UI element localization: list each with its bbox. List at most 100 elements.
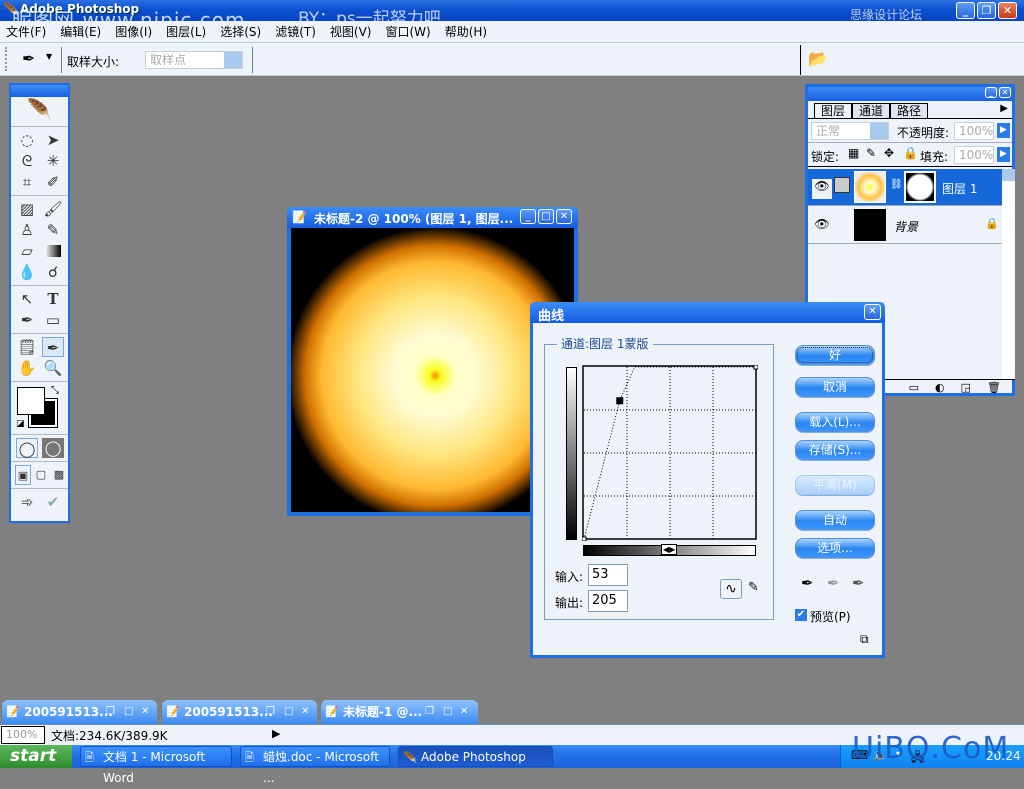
scroll-up-button[interactable] [1002, 169, 1015, 181]
smooth-button[interactable]: 平滑(M) [795, 475, 875, 495]
restore-icon[interactable]: ❐ [425, 700, 434, 724]
foreground-color-swatch[interactable] [17, 387, 45, 415]
lock-position-icon[interactable]: ✥ [884, 146, 894, 160]
output-field[interactable]: 205 [588, 590, 628, 612]
feather-logo-icon[interactable]: 🪶 [11, 97, 68, 123]
lock-all-icon[interactable]: 🔒 [903, 146, 918, 160]
doc-close-button[interactable]: ✕ [556, 209, 572, 224]
layer-thumbnail[interactable] [854, 209, 886, 241]
auto-button[interactable]: 自动 [795, 510, 875, 530]
shape-tool-icon[interactable]: ▭ [42, 310, 64, 330]
taskbar-item-active[interactable]: 🪶 Adobe Photoshop [398, 746, 553, 767]
panel-minimize-button[interactable]: _ [985, 87, 997, 98]
restore-button[interactable]: ❐ [977, 2, 996, 19]
zoom-tool-icon[interactable]: 🔍 [42, 358, 64, 378]
lock-pixels-icon[interactable]: ✎ [866, 146, 876, 160]
chain-link-icon[interactable]: ⛓ [890, 179, 903, 190]
healing-brush-tool-icon[interactable]: ▨ [16, 199, 38, 219]
options-button[interactable]: 选项... [795, 538, 875, 558]
fill-input[interactable]: 100% [954, 146, 994, 164]
commit-icon[interactable]: ✔ [42, 492, 64, 512]
doc-maximize-button[interactable]: □ [538, 209, 554, 224]
options-bar-grip[interactable] [5, 47, 7, 71]
restore-icon[interactable]: ❐ [266, 700, 275, 724]
layers-panel-title-bar[interactable]: _ ✕ [808, 87, 1012, 101]
menu-select[interactable]: 选择(S) [220, 23, 261, 40]
blur-tool-icon[interactable]: 💧 [16, 262, 38, 282]
opacity-slider-button[interactable]: ▶ [997, 123, 1010, 138]
sample-size-select[interactable]: 取样点 [145, 51, 243, 69]
curve-point[interactable] [582, 536, 587, 541]
notes-tool-icon[interactable]: 🗒 [16, 337, 38, 357]
gray-point-eyedropper-icon[interactable]: ✒ [827, 574, 840, 592]
close-icon[interactable]: ✕ [301, 700, 309, 724]
maximize-icon[interactable]: □ [284, 700, 293, 724]
menu-layer[interactable]: 图层(L) [166, 23, 206, 40]
close-icon[interactable]: ✕ [141, 700, 149, 724]
lasso-tool-icon[interactable]: ᘓ [16, 151, 38, 171]
eraser-tool-icon[interactable]: ▱ [16, 241, 38, 261]
full-screen-menu-mode-icon[interactable]: ▢ [33, 465, 49, 485]
menu-help[interactable]: 帮助(H) [445, 23, 487, 40]
gradient-direction-toggle-icon[interactable]: ◀▶ [661, 544, 678, 555]
maximize-icon[interactable]: □ [124, 700, 133, 724]
taskbar-item[interactable]: 🗎 蜡烛.doc - Microsoft ... [240, 746, 390, 785]
close-icon[interactable]: ✕ [460, 700, 468, 724]
menu-edit[interactable]: 编辑(E) [60, 23, 101, 40]
minimized-doc-tab[interactable]: 📝 200591513... ❐ □ ✕ [162, 700, 317, 724]
menu-window[interactable]: 窗口(W) [385, 23, 430, 40]
layer-thumbnail[interactable] [854, 171, 886, 203]
eye-icon[interactable]: 👁 [812, 217, 832, 237]
layer-row[interactable]: 👁 ⛓ 图层 1 [808, 169, 1002, 206]
brush-tool-icon[interactable]: 🖌 [42, 199, 64, 219]
curves-title-bar[interactable]: 曲线 ✕ [530, 302, 885, 324]
file-browser-icon[interactable]: 📂 [808, 49, 828, 68]
standard-mode-icon[interactable]: ◯ [16, 438, 38, 458]
marquee-tool-icon[interactable]: ◌ [16, 130, 38, 150]
slice-tool-icon[interactable]: ✐ [42, 172, 64, 192]
new-layer-icon[interactable]: ◲ [961, 380, 971, 396]
pen-tool-icon[interactable]: ✒ [16, 310, 38, 330]
layer-row[interactable]: 👁 背景 🔒 [808, 207, 1002, 244]
ok-button[interactable]: 好 [795, 345, 875, 365]
curve-point[interactable] [616, 397, 624, 405]
move-tool-icon[interactable]: ➤ [42, 130, 64, 150]
preview-checkbox[interactable]: ✔ [795, 609, 807, 621]
fill-slider-button[interactable]: ▶ [997, 147, 1010, 162]
menu-image[interactable]: 图像(I) [115, 23, 152, 40]
save-button[interactable]: 存储(S)... [795, 440, 875, 460]
menu-view[interactable]: 视图(V) [330, 23, 372, 40]
opacity-input[interactable]: 100% [954, 122, 994, 140]
clone-stamp-tool-icon[interactable]: ♙ [16, 220, 38, 240]
default-colors-icon[interactable]: ◪ [16, 419, 25, 429]
black-point-eyedropper-icon[interactable]: ✒ [801, 574, 814, 592]
restore-icon[interactable]: ❐ [106, 700, 115, 724]
curve-graph[interactable] [582, 365, 758, 541]
path-selection-tool-icon[interactable]: ↖ [16, 289, 38, 309]
taskbar-item[interactable]: 🗎 文档 1 - Microsoft Word [80, 746, 232, 785]
input-field[interactable]: 53 [588, 564, 628, 586]
expand-dialog-icon[interactable]: ⧉ [860, 632, 869, 647]
menu-filter[interactable]: 滤镜(T) [275, 23, 316, 40]
minimize-button[interactable]: _ [956, 2, 975, 19]
full-screen-mode-icon[interactable]: ▩ [51, 465, 67, 485]
curve-tool-icon[interactable]: ∿ [720, 579, 742, 599]
load-button[interactable]: 载入(L)... [795, 412, 875, 432]
dialog-close-button[interactable]: ✕ [864, 304, 881, 320]
tab-layers[interactable]: 图层 [814, 103, 853, 118]
minimized-doc-tab[interactable]: 📝 200591513... ❐ □ ✕ [2, 700, 157, 724]
delete-layer-icon[interactable]: 🗑 [987, 380, 1001, 396]
history-brush-tool-icon[interactable]: ✎ [42, 220, 64, 240]
layers-scrollbar[interactable] [1002, 169, 1015, 379]
blend-mode-select[interactable]: 正常 [811, 122, 889, 140]
white-point-eyedropper-icon[interactable]: ✒ [852, 574, 865, 592]
lock-transparency-icon[interactable]: ▦ [848, 146, 859, 160]
pencil-tool-icon[interactable]: ✎ [748, 580, 759, 595]
maximize-icon[interactable]: □ [443, 700, 452, 724]
hand-tool-icon[interactable]: ✋ [16, 358, 38, 378]
close-button[interactable]: ✕ [998, 2, 1017, 19]
gradient-tool-icon[interactable] [45, 245, 61, 257]
layer-mask-thumbnail[interactable] [904, 171, 936, 203]
eyedropper-tool-icon[interactable]: ✒ [42, 337, 64, 357]
adjustment-layer-icon[interactable]: ◐ [935, 380, 945, 396]
